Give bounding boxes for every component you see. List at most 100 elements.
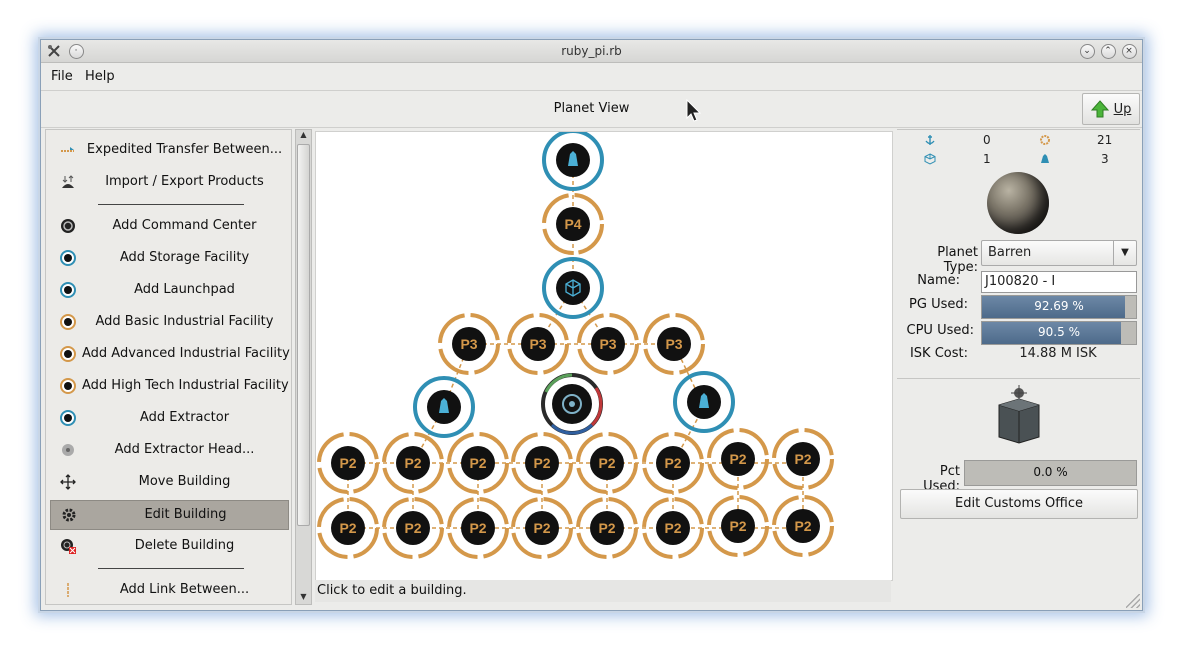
tool-panel: Expedited Transfer Between... Import / E…: [45, 129, 292, 605]
building-launchpad-top[interactable]: [542, 132, 604, 191]
storage-cube-icon: [924, 153, 936, 165]
edit-customs-office-button[interactable]: Edit Customs Office: [900, 489, 1138, 519]
tool-add-link[interactable]: Add Link Between...: [50, 576, 287, 604]
tool-label: Add High Tech Industrial Facility: [82, 378, 289, 393]
launchpad-icon: [60, 282, 76, 298]
cpu-used-bar: 90.5 %: [981, 321, 1137, 345]
tool-label: Add Launchpad: [134, 282, 235, 297]
building-label: P2: [598, 455, 615, 471]
factory-count: 21: [1097, 133, 1113, 147]
delete-icon: [61, 539, 76, 554]
move-icon: [60, 474, 76, 490]
building-label: P2: [469, 455, 486, 471]
status-bar: Click to edit a building.: [315, 580, 891, 602]
building-label: P2: [404, 520, 421, 536]
tool-label: Import / Export Products: [105, 174, 264, 189]
command-center-icon: [61, 219, 75, 233]
tool-edit-building[interactable]: Edit Building: [50, 500, 289, 530]
planet-info-panel: 0 21 1 3 Planet Type: Barren ▼ Name: J10…: [897, 129, 1140, 376]
pg-used-value: 92.69 %: [1034, 299, 1084, 313]
main-window: · ruby_pi.rb ⌄ ⌃ × File Help Planet View…: [40, 39, 1143, 611]
maximize-button[interactable]: ⌃: [1100, 43, 1116, 59]
building-label: P2: [729, 518, 746, 534]
building-label: P2: [794, 451, 811, 467]
view-title: Planet View: [553, 101, 630, 116]
extractor-bell-icon: [1041, 154, 1049, 163]
factory-gear-icon: [1040, 135, 1050, 145]
building-launchpad-right[interactable]: [673, 371, 735, 433]
dropdown-arrow-icon[interactable]: ▼: [1113, 241, 1136, 265]
tool-add-extractor-head[interactable]: Add Extractor Head...: [50, 436, 287, 464]
tool-label: Add Advanced Industrial Facility: [82, 346, 290, 361]
building-p3[interactable]: P3: [438, 313, 500, 375]
isk-cost-value: 14.88 M ISK: [1019, 346, 1097, 361]
building-command-center[interactable]: [541, 373, 603, 435]
tool-add-basic-industry[interactable]: Add Basic Industrial Facility: [50, 308, 287, 336]
tool-add-launchpad[interactable]: Add Launchpad: [50, 276, 287, 304]
customs-office-panel: Pct Used: 0.0 % Edit Customs Office: [897, 378, 1140, 519]
building-p2[interactable]: P2: [317, 432, 379, 494]
building-label: P3: [460, 336, 477, 352]
status-text: Click to edit a building.: [317, 583, 467, 598]
transfer-icon: [61, 147, 74, 152]
tool-panel-scrollbar[interactable]: ▲ ▼: [295, 129, 312, 605]
building-p3[interactable]: P3: [507, 313, 569, 375]
building-label: P2: [664, 455, 681, 471]
link-icon: [67, 583, 69, 597]
menu-bar: File Help: [41, 63, 1142, 89]
tool-move-building[interactable]: Move Building: [50, 468, 287, 496]
view-bar: Planet View Up: [41, 90, 1142, 128]
tool-add-command-center[interactable]: Add Command Center: [50, 212, 287, 240]
tool-label: Move Building: [138, 474, 231, 489]
cpu-used-value: 90.5 %: [1038, 325, 1080, 339]
planet-name-value: J100820 - I: [985, 274, 1056, 289]
scroll-up-arrow-icon[interactable]: ▲: [296, 130, 311, 142]
tool-add-extractor[interactable]: Add Extractor: [50, 404, 287, 432]
up-button[interactable]: Up: [1082, 93, 1140, 125]
resize-grip[interactable]: [1126, 594, 1140, 608]
tool-label: Add Storage Facility: [119, 250, 250, 265]
planet-type-select[interactable]: Barren ▼: [981, 240, 1137, 266]
tool-import-export[interactable]: Import / Export Products: [50, 168, 287, 196]
planet-type-label: Planet Type:: [937, 245, 978, 275]
tool-add-advanced-industry[interactable]: Add Advanced Industrial Facility: [50, 340, 290, 368]
anchor-icon: [925, 135, 935, 145]
storage-icon: [60, 250, 76, 266]
building-label: P2: [404, 455, 421, 471]
planet-name-input[interactable]: J100820 - I: [981, 271, 1137, 293]
scroll-down-arrow-icon[interactable]: ▼: [296, 592, 311, 604]
tool-label: Add Link Between...: [119, 582, 250, 597]
building-p2[interactable]: P2: [511, 432, 573, 494]
launchpad-count: 0: [983, 133, 991, 147]
import-export-icon: [62, 175, 74, 188]
building-p3[interactable]: P3: [577, 313, 639, 375]
tool-label: Add Extractor Head...: [114, 442, 255, 457]
tool-label: Add Extractor: [139, 410, 230, 425]
tool-label: Edit Building: [144, 507, 227, 522]
pg-used-label: PG Used:: [909, 297, 968, 312]
building-label: P2: [469, 520, 486, 536]
close-button[interactable]: ×: [1121, 43, 1137, 59]
building-label: P3: [599, 336, 616, 352]
building-label: P2: [533, 455, 550, 471]
extractor-icon: [60, 410, 76, 426]
tool-expedited-transfer[interactable]: Expedited Transfer Between...: [50, 136, 287, 164]
storage-count: 1: [983, 152, 991, 166]
scroll-thumb[interactable]: [297, 144, 310, 526]
menu-file[interactable]: File: [51, 69, 73, 84]
separator: [98, 568, 244, 569]
mouse-cursor-icon: [686, 99, 702, 122]
menu-help[interactable]: Help: [85, 69, 115, 84]
tool-add-storage[interactable]: Add Storage Facility: [50, 244, 287, 272]
name-label: Name:: [917, 273, 960, 288]
building-label: P4: [564, 216, 581, 232]
minimize-button[interactable]: ⌄: [1079, 43, 1095, 59]
hightech-industry-icon: [60, 378, 76, 394]
planet-canvas[interactable]: P4 P3 P3 P3 P3 P2 P2 P2 P2 P2 P2 P2 P2 P…: [315, 131, 893, 581]
cpu-used-label: CPU Used:: [906, 323, 974, 338]
tool-delete-building[interactable]: Delete Building: [50, 532, 287, 560]
tool-add-hightech-industry[interactable]: Add High Tech Industrial Facility: [50, 372, 289, 400]
building-label: P2: [533, 520, 550, 536]
building-launchpad-left[interactable]: [413, 376, 475, 438]
building-label: P3: [529, 336, 546, 352]
